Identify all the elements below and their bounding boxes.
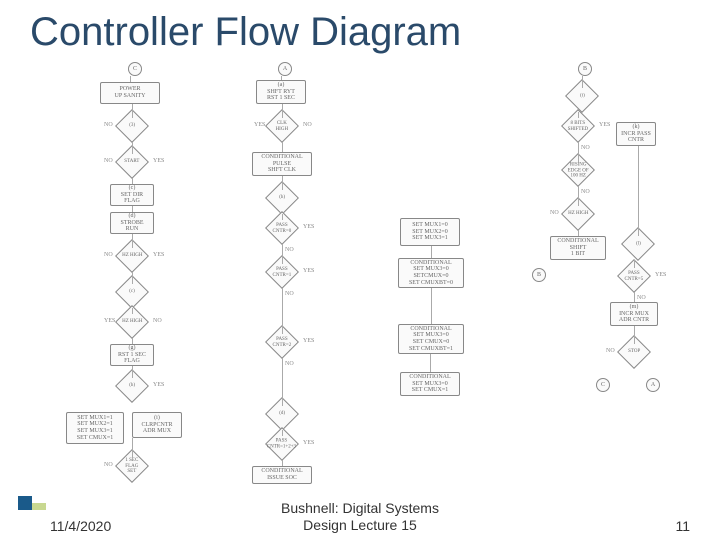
flow-node: (a) SHFT RYT RST 1 SEC	[256, 80, 306, 104]
edge-label: YES	[303, 440, 314, 446]
edge-label: YES	[303, 268, 314, 274]
edge-label: YES	[153, 158, 164, 164]
flow-node: (i) CLRPCNTR ADR MUX	[132, 412, 182, 438]
edge-label: NO	[581, 145, 590, 151]
edge-label: NO	[285, 247, 294, 253]
flow-node: CONDITIONAL PULSE SHFT CLK	[252, 152, 312, 176]
flow-node: A	[278, 62, 292, 76]
flow-node: POWER UP SANITY	[100, 82, 160, 104]
column-3: SET MUX1=0 SET MUX2=0 SET MUX3=1 CONDITIO…	[360, 62, 510, 492]
flow-node: (c) SET DIR FLAG	[110, 184, 154, 206]
edge-label: YES	[254, 122, 265, 128]
flow-node: SET MUX1=0 SET MUX2=0 SET MUX3=1	[400, 218, 460, 246]
flow-node: C	[596, 378, 610, 392]
flow-node: (g) RST 1 SEC FLAG	[110, 344, 154, 366]
edge-label: NO	[104, 122, 113, 128]
edge-label: NO	[285, 291, 294, 297]
footer-page: 11	[675, 518, 690, 534]
flow-node: (k) INCR PASS CNTR	[616, 122, 656, 146]
edge-label: NO	[606, 348, 615, 354]
flow-node: C	[128, 62, 142, 76]
edge-label: YES	[104, 318, 115, 324]
footer-center: Bushnell: Digital Systems Design Lecture…	[0, 500, 720, 534]
flow-node: CONDITIONAL SET MUX3=0 SETCMUX=0 SET CMU…	[398, 258, 464, 288]
edge-label: NO	[104, 462, 113, 468]
page-title: Controller Flow Diagram	[0, 0, 720, 60]
edge-label: YES	[655, 272, 666, 278]
edge-label: NO	[303, 122, 312, 128]
flow-node: CONDITIONAL SET MUX3=0 SET CMUX=0 SET CM…	[398, 324, 464, 354]
column-1: CPOWER UP SANITY(3)NOSTARTNOYES(c) SET D…	[60, 62, 210, 492]
flow-node: B	[532, 268, 546, 282]
edge-label: NO	[581, 189, 590, 195]
flow-node: A	[646, 378, 660, 392]
edge-label: YES	[303, 224, 314, 230]
flow-node: CONDITIONAL ISSUE SOC	[252, 466, 312, 484]
edge-label: NO	[285, 361, 294, 367]
footer-line1: Bushnell: Digital Systems	[281, 500, 439, 516]
footer-line2: Design Lecture 15	[303, 517, 417, 533]
flow-node: CONDITIONAL SET MUX3=0 SET CMUX=1	[400, 372, 460, 396]
flow-node: B	[578, 62, 592, 76]
flow-diagram: CPOWER UP SANITY(3)NOSTARTNOYES(c) SET D…	[60, 62, 660, 492]
edge-label: YES	[303, 338, 314, 344]
edge-label: YES	[599, 122, 610, 128]
flow-node: (m) INCR MUX ADR CNTR	[610, 302, 658, 326]
edge-label: NO	[104, 252, 113, 258]
flow-node: SET MUX1=1 SET MUX2=1 SET MUX3=1 SET CMU…	[66, 412, 124, 444]
edge-label: YES	[153, 252, 164, 258]
column-2: A(a) SHFT RYT RST 1 SECCLK HIGHYESNOCOND…	[210, 62, 360, 492]
flow-node: CONDITIONAL SHIFT 1 BIT	[550, 236, 606, 260]
edge-label: YES	[153, 382, 164, 388]
column-4: B(i)8 BITS SHIFTEDYESNORISING EDGE OF 10…	[510, 62, 660, 492]
flow-node: (d) STROBE RUN	[110, 212, 154, 234]
edge-label: NO	[104, 158, 113, 164]
edge-label: NO	[153, 318, 162, 324]
edge-label: NO	[637, 295, 646, 301]
edge-label: NO	[550, 210, 559, 216]
